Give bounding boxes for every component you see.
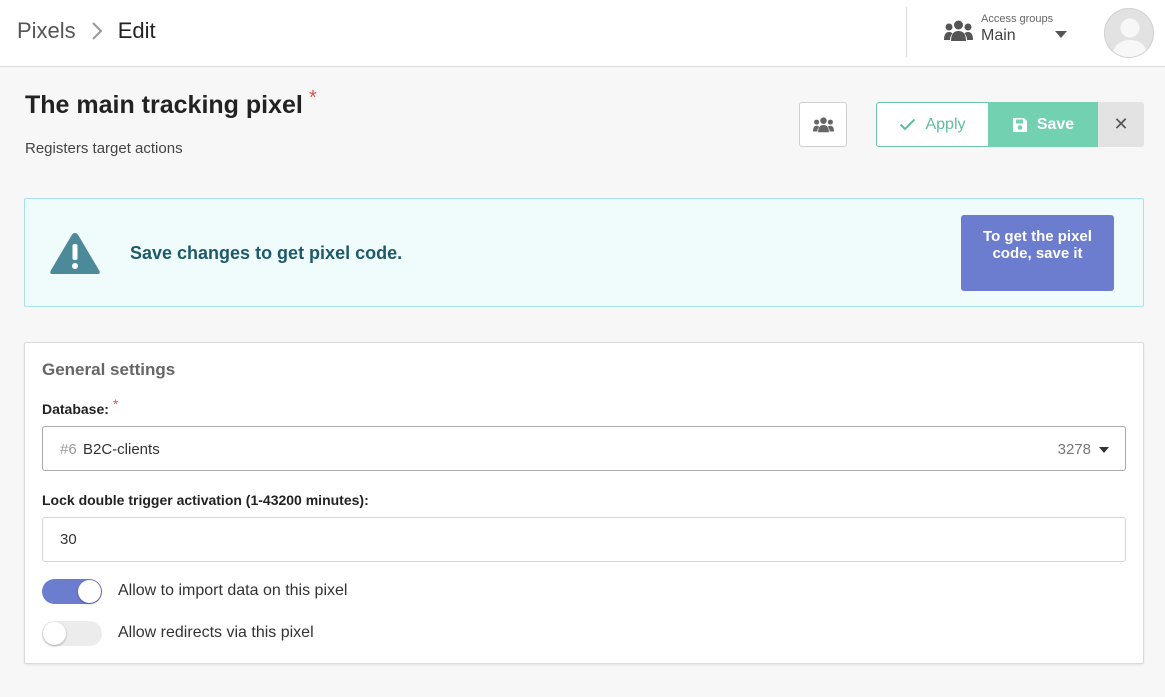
required-mark: * <box>112 396 119 412</box>
chevron-right-icon <box>91 22 103 40</box>
required-mark: * <box>309 87 317 109</box>
close-icon: ✕ <box>1113 114 1129 134</box>
import-data-toggle[interactable] <box>42 579 102 604</box>
redirects-toggle[interactable] <box>42 621 102 646</box>
card-title: General settings <box>42 360 176 379</box>
database-label: Database: * <box>42 396 118 417</box>
warning-triangle-icon <box>50 233 100 274</box>
pixel-code-alert: Save changes to get pixel code. To get t… <box>24 198 1144 307</box>
access-rights-button[interactable] <box>799 102 847 147</box>
access-groups-dropdown[interactable]: Access groups Main <box>944 11 1074 51</box>
toggle-knob <box>43 622 66 645</box>
users-icon <box>944 20 973 41</box>
check-icon <box>900 118 916 131</box>
users-icon <box>812 116 834 132</box>
page-subtitle: Registers target actions <box>25 140 183 157</box>
lock-minutes-input[interactable]: 30 <box>42 517 1126 562</box>
breadcrumb-pixels-link[interactable]: Pixels <box>17 18 76 44</box>
apply-label: Apply <box>925 115 966 133</box>
save-button[interactable]: Save <box>988 102 1098 147</box>
caret-down-icon <box>1055 31 1067 38</box>
database-id: #6 <box>60 441 77 458</box>
alert-message: Save changes to get pixel code. <box>130 243 403 263</box>
close-button[interactable]: ✕ <box>1098 102 1144 147</box>
get-pixel-code-button[interactable]: To get the pixel code, save it <box>961 215 1114 291</box>
header-divider <box>906 7 907 57</box>
toggle-knob <box>78 580 101 603</box>
floppy-disk-icon <box>1012 117 1027 132</box>
access-groups-value: Main <box>981 27 1016 44</box>
save-label: Save <box>1036 115 1075 133</box>
lock-label: Lock double trigger activation (1-43200 … <box>42 492 369 508</box>
avatar[interactable] <box>1104 8 1154 58</box>
page-title: The main tracking pixel <box>25 91 303 119</box>
database-count: 3278 <box>1057 441 1091 458</box>
breadcrumb-current: Edit <box>117 18 156 43</box>
breadcrumb: Pixels Edit <box>17 18 156 44</box>
user-avatar-icon <box>1112 18 1148 57</box>
database-select[interactable]: #6 B2C-clients 3278 <box>42 426 1126 471</box>
import-data-label: Allow to import data on this pixel <box>118 582 348 599</box>
general-settings-card: General settings Database: * #6 B2C-clien… <box>24 342 1144 664</box>
database-name: B2C-clients <box>83 441 160 458</box>
apply-button[interactable]: Apply <box>876 102 989 147</box>
caret-down-icon <box>1099 447 1109 453</box>
redirects-label: Allow redirects via this pixel <box>118 624 314 641</box>
access-groups-caption: Access groups <box>981 13 1054 25</box>
database-label-text: Database: <box>42 401 109 417</box>
top-bar: Pixels Edit Access groups Main <box>0 0 1165 67</box>
